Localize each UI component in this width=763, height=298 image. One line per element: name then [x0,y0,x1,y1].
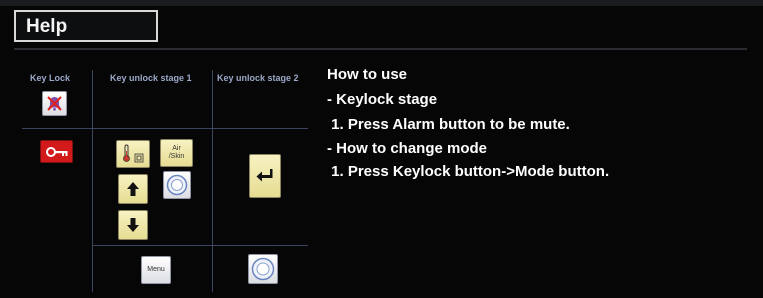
help-title-box: Help [14,10,158,42]
arrow-up-button[interactable] [118,174,148,204]
grid-line-vertical-2 [212,70,213,292]
air-skin-button[interactable]: Air /Skin [160,139,193,167]
key-icon [45,146,67,157]
rotary-knob-icon [166,174,188,196]
menu-label: Menu [147,266,165,273]
grid-line-horizontal-1 [22,128,308,129]
help-line-alarm-mute: 1. Press Alarm button to be mute. [327,116,570,133]
page-title: Help [26,16,68,37]
enter-button[interactable] [249,154,281,198]
menu-button[interactable]: Menu [141,256,171,284]
keylock-button[interactable] [40,140,73,163]
air-skin-label: Air /Skin [168,145,185,160]
rotary-knob-icon [251,257,275,281]
column-header-key-lock: Key Lock [30,73,71,83]
help-line-mode-button: 1. Press Keylock button->Mode button. [327,163,610,180]
help-line-change-mode: - How to change mode [327,140,488,157]
column-header-stage-2: Key unlock stage 2 [217,73,299,83]
alarm-mute-button[interactable] [42,91,67,116]
arrow-up-icon [127,182,139,196]
help-line-keylock-stage: - Keylock stage [327,91,438,108]
enter-return-icon [256,169,273,182]
thermometer-icon [123,144,144,163]
grid-line-horizontal-2 [92,245,308,246]
help-heading: How to use [327,66,408,83]
grid-line-vertical-1 [92,70,93,292]
rotary-dial-button[interactable] [163,171,191,199]
temperature-button[interactable] [116,140,150,168]
help-screen: Help Key Lock Key unlock stage 1 Key unl… [0,0,763,298]
rotary-dial-button-stage-2[interactable] [248,254,278,284]
column-header-stage-1: Key unlock stage 1 [110,73,192,83]
title-divider [14,48,747,50]
arrow-down-button[interactable] [118,210,148,240]
arrow-down-icon [127,218,139,232]
screen-bezel [0,0,763,6]
bell-crossed-icon [47,96,62,111]
